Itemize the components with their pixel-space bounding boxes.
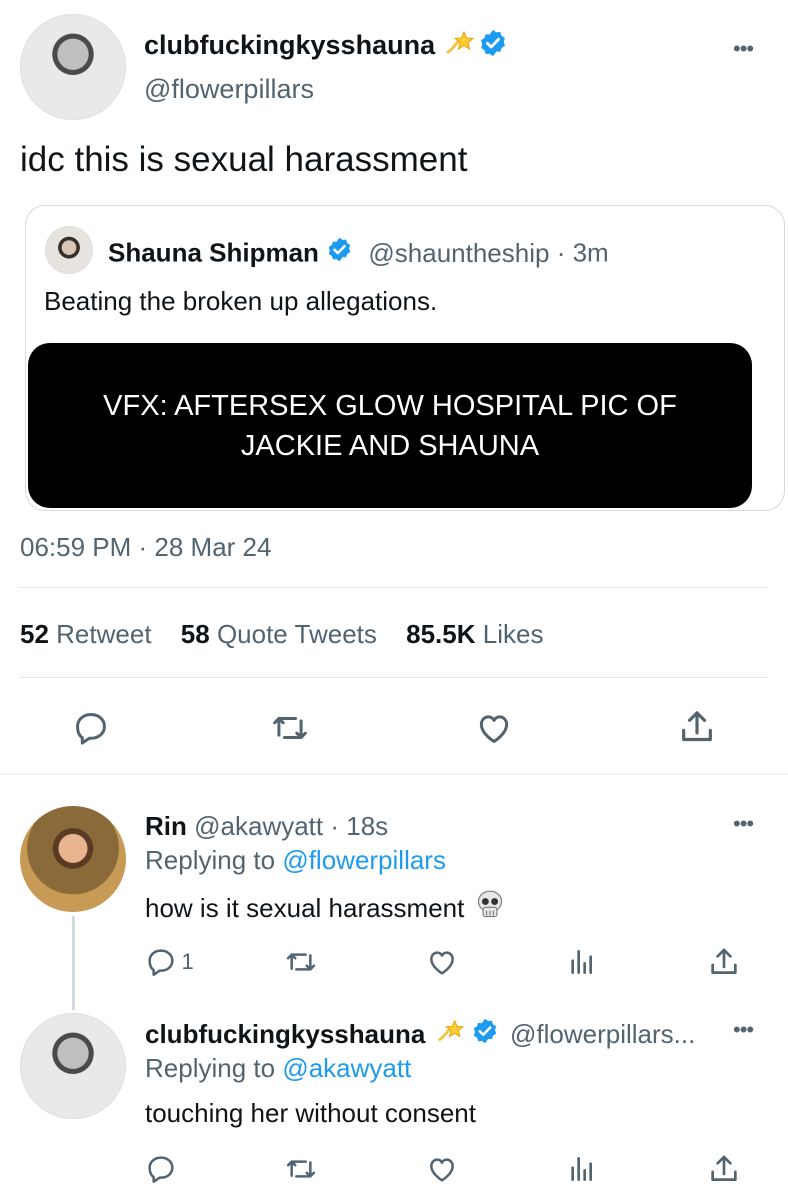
main-tweet-timestamp[interactable]: 06:59 PM · 28 Mar 24 xyxy=(20,532,271,563)
skull-emoji xyxy=(476,890,504,927)
more-icon[interactable]: ••• xyxy=(733,813,754,835)
verified-badge-icon xyxy=(471,1017,499,1052)
likes-label: Likes xyxy=(482,619,544,649)
likes-stat[interactable]: 85.5K Likes xyxy=(406,619,543,649)
verified-badge-icon xyxy=(326,236,353,270)
analytics-icon[interactable] xyxy=(566,1153,598,1185)
reply-icon[interactable] xyxy=(145,1153,177,1185)
reply1-author-avatar[interactable] xyxy=(20,806,126,912)
replying-to-handle[interactable]: @flowerpillars xyxy=(282,845,446,875)
reply2-display-name[interactable]: clubfuckingkysshauna xyxy=(145,1019,425,1049)
dizzy-star-emoji xyxy=(444,28,474,63)
more-icon[interactable]: ••• xyxy=(733,38,754,60)
retweet-icon[interactable] xyxy=(284,1153,318,1185)
quoted-author-row: Shauna Shipman @shauntheship · 3m xyxy=(108,236,609,270)
quoted-author-avatar xyxy=(45,226,93,274)
heart-icon[interactable] xyxy=(425,1153,459,1185)
more-icon[interactable]: ••• xyxy=(733,1019,754,1041)
share-icon[interactable] xyxy=(677,707,717,747)
reply-count: 1 xyxy=(181,949,194,974)
share-icon[interactable] xyxy=(707,945,741,979)
replying-to-label: Replying to xyxy=(145,1053,276,1083)
replying-to-handle[interactable]: @akawyatt xyxy=(282,1053,411,1083)
heart-icon[interactable] xyxy=(474,709,514,747)
retweet-label: Retweet xyxy=(56,619,152,649)
reply2-handle[interactable]: @flowerpillars... xyxy=(510,1019,695,1049)
reply1-replying-to: Replying to @flowerpillars xyxy=(145,845,446,876)
heart-icon[interactable] xyxy=(425,946,459,978)
engagement-stats: 52 Retweet 58 Quote Tweets 85.5K Likes xyxy=(20,619,543,650)
dizzy-star-emoji xyxy=(436,1017,464,1052)
main-author-handle[interactable]: @flowerpillars xyxy=(144,74,314,105)
quoted-media-caption: VFX: AFTERSEX GLOW HOSPITAL PIC OF JACKI… xyxy=(103,389,677,462)
thread-line xyxy=(72,916,75,1010)
reply1-text-row: how is it sexual harassment xyxy=(145,890,504,927)
reply2-author-row: clubfuckingkysshauna @flowerpillars... xyxy=(145,1017,695,1052)
quoted-author-handle: @shauntheship xyxy=(368,237,550,268)
likes-count: 85.5K xyxy=(406,619,476,649)
reply1-handle[interactable]: @akawyatt xyxy=(194,811,323,841)
reply-icon xyxy=(145,946,177,978)
main-author-avatar[interactable] xyxy=(20,14,126,120)
reply2-author-avatar[interactable] xyxy=(20,1013,126,1119)
retweet-stat[interactable]: 52 Retweet xyxy=(20,619,159,649)
retweet-icon[interactable] xyxy=(270,709,310,747)
divider xyxy=(20,677,768,678)
reply1-display-name[interactable]: Rin xyxy=(145,811,187,841)
section-divider xyxy=(0,774,788,775)
analytics-icon[interactable] xyxy=(566,946,598,978)
retweet-icon[interactable] xyxy=(284,946,318,978)
main-tweet-text: idc this is sexual harassment xyxy=(20,140,468,179)
share-icon[interactable] xyxy=(707,1152,741,1186)
quoted-media[interactable]: VFX: AFTERSEX GLOW HOSPITAL PIC OF JACKI… xyxy=(28,343,752,508)
replying-to-label: Replying to xyxy=(145,845,276,875)
main-author-name-row: clubfuckingkysshauna xyxy=(144,28,508,62)
retweet-count: 52 xyxy=(20,619,49,649)
quote-tweets-count: 58 xyxy=(180,619,210,649)
quoted-author-display-name: Shauna Shipman xyxy=(108,237,319,268)
quote-tweets-stat[interactable]: 58 Quote Tweets xyxy=(181,619,384,649)
quoted-tweet-card[interactable]: Shauna Shipman @shauntheship · 3m Beatin… xyxy=(25,205,785,511)
verified-badge-icon xyxy=(478,28,508,63)
quote-tweets-label: Quote Tweets xyxy=(216,619,377,649)
main-author-display-name[interactable]: clubfuckingkysshauna xyxy=(144,30,435,60)
divider xyxy=(20,587,768,588)
reply1-reply-action[interactable]: 1 xyxy=(145,946,194,978)
reply2-replying-to: Replying to @akawyatt xyxy=(145,1053,411,1084)
reply1-author-row: Rin @akawyatt · 18s xyxy=(145,811,388,842)
reply2-text: touching her without consent xyxy=(145,1098,476,1128)
reply1-text: how is it sexual harassment xyxy=(145,893,465,923)
quoted-tweet-text: Beating the broken up allegations. xyxy=(44,286,438,316)
reply-icon[interactable] xyxy=(72,709,110,747)
reply1-time[interactable]: · 18s xyxy=(330,811,388,841)
quoted-tweet-time: · 3m xyxy=(556,237,609,268)
